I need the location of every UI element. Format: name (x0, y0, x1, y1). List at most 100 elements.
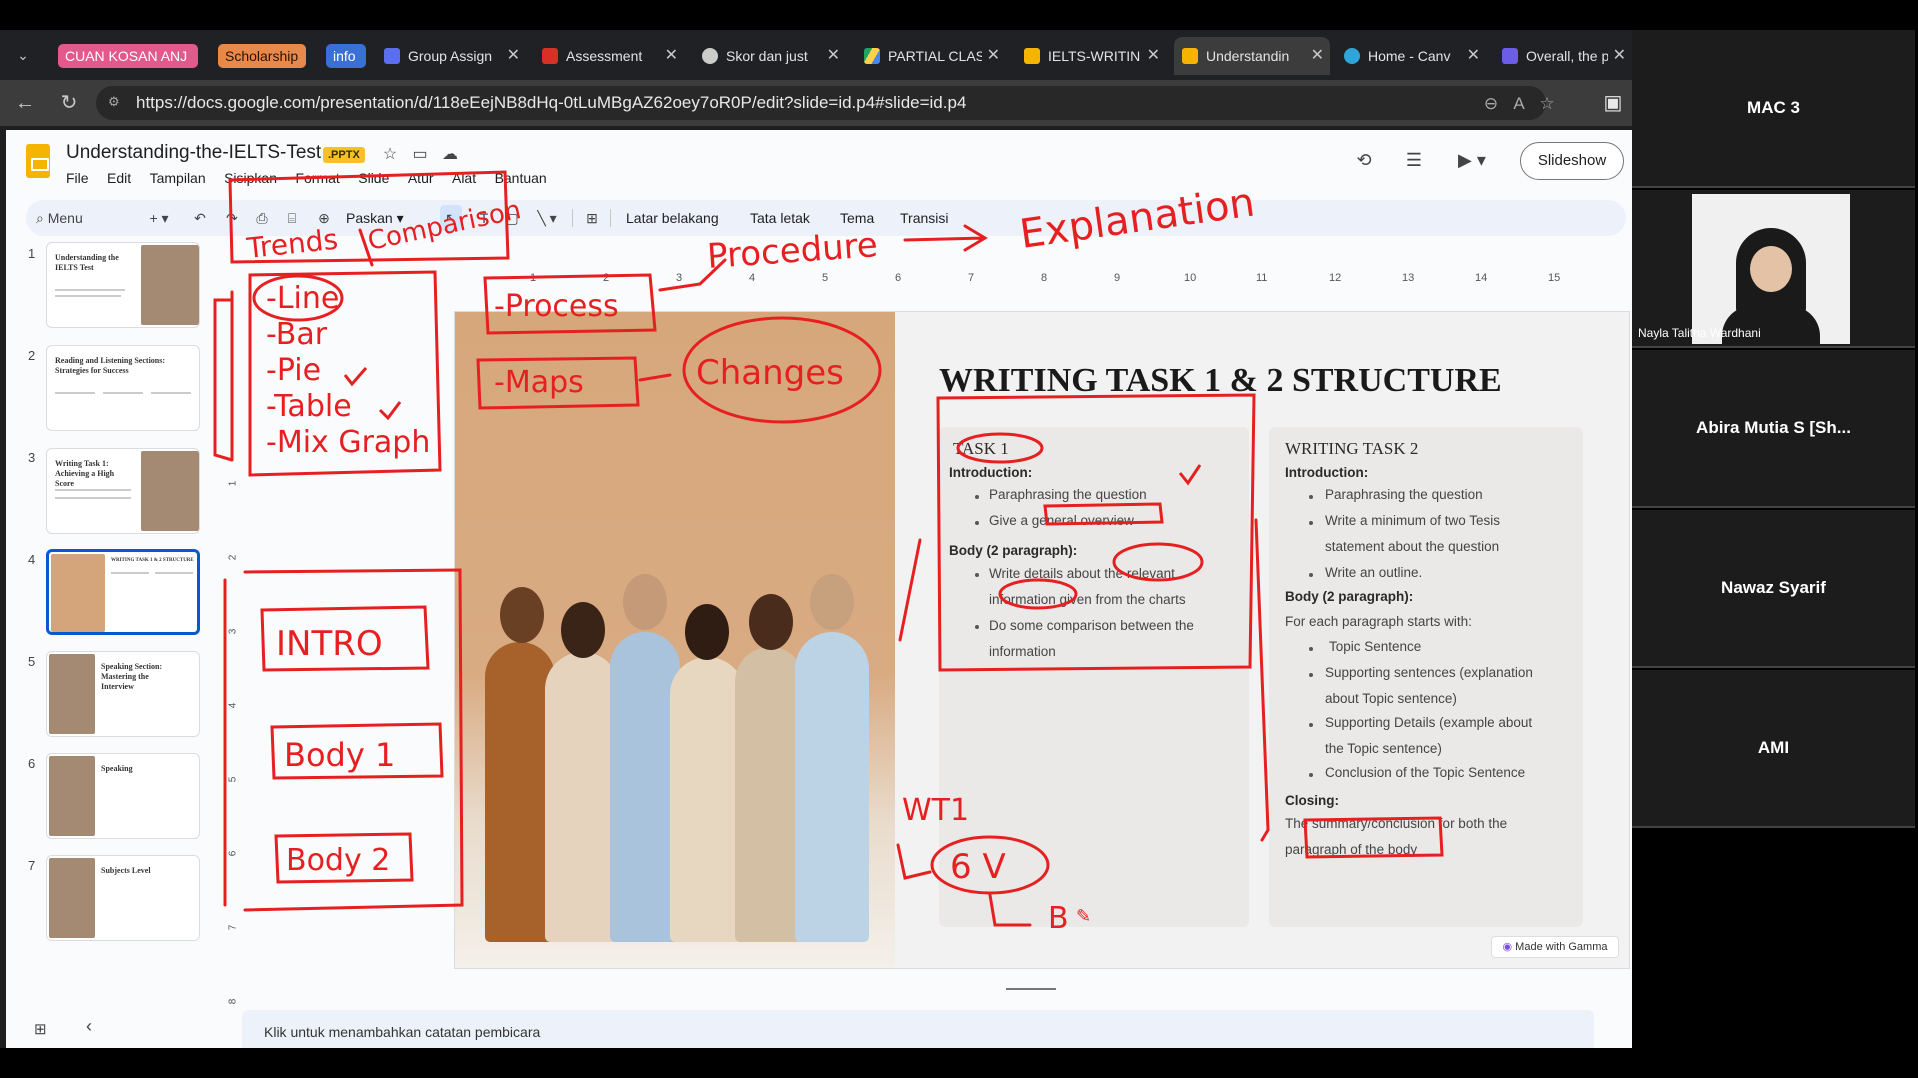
tab-title: Home - Canv (1368, 48, 1451, 64)
slide-canvas[interactable]: WRITING TASK 1 & 2 STRUCTURE TASK 1 Intr… (454, 311, 1630, 969)
ruler-number: 2 (227, 554, 239, 561)
new-slide-icon[interactable]: + ▾ (144, 205, 174, 231)
slide-title[interactable]: WRITING TASK 1 & 2 STRUCTURE (939, 362, 1502, 400)
line-tool-icon[interactable]: ╲ ▾ (532, 205, 562, 231)
task2-card[interactable]: WRITING TASK 2 Introduction: Paraphrasin… (1269, 427, 1583, 927)
menu-tools[interactable]: Alat (452, 170, 476, 186)
zoom-icon[interactable]: ⊕ (314, 205, 334, 231)
tab-title: Skor dan just (726, 48, 808, 64)
reload-icon[interactable]: ↻ (56, 90, 82, 116)
slide-thumbnail-7[interactable]: Subjects Level (46, 855, 200, 941)
close-icon[interactable]: ✕ (1311, 37, 1324, 75)
zoom-icon[interactable]: ⊖ (1480, 93, 1502, 115)
url-input[interactable]: ⚙ https://docs.google.com/presentation/d… (96, 86, 1555, 120)
tab-partial[interactable]: PARTIAL CLAS ✕ (856, 37, 1006, 75)
participant-tile[interactable]: Nawaz Syarif (1632, 510, 1915, 668)
task2-intro-item: Write a minimum of two Tesis statement a… (1325, 513, 1501, 554)
tab-assessment[interactable]: Assessment ✕ (534, 37, 684, 75)
pdf-icon (542, 48, 558, 64)
tab-canva[interactable]: Home - Canv ✕ (1336, 37, 1486, 75)
slides-logo-icon[interactable] (26, 144, 50, 178)
transition-button[interactable]: Transisi (900, 205, 949, 231)
menu-format[interactable]: Format (295, 170, 339, 186)
redo-icon[interactable]: ↷ (222, 205, 242, 231)
task1-heading: TASK 1 (953, 439, 1009, 458)
menu-view[interactable]: Tampilan (150, 170, 206, 186)
star-icon[interactable]: ☆ (380, 144, 400, 164)
close-icon[interactable]: ✕ (665, 37, 678, 75)
move-folder-icon[interactable]: ▭ (410, 144, 430, 164)
document-title[interactable]: Understanding-the-IELTS-Test (66, 142, 321, 164)
read-aloud-icon[interactable]: A (1508, 93, 1530, 115)
background-button[interactable]: Latar belakang (626, 205, 719, 231)
participant-tile[interactable]: AMI (1632, 670, 1915, 828)
menu-edit[interactable]: Edit (107, 170, 131, 186)
close-icon[interactable]: ✕ (1147, 37, 1160, 75)
tab-understanding[interactable]: Understandin ✕ (1174, 37, 1330, 75)
site-info-icon[interactable]: ⚙ (108, 94, 126, 112)
paint-format-icon[interactable]: ⌸ (282, 205, 302, 231)
participant-tile[interactable]: Nayla Talitha Wardhani (1632, 190, 1915, 348)
ruler-number: 13 (1402, 272, 1415, 284)
version-history-icon[interactable]: ⟲ (1352, 150, 1376, 174)
thumbnail-line (55, 289, 125, 291)
theme-button[interactable]: Tema (840, 205, 874, 231)
undo-icon[interactable]: ↶ (190, 205, 210, 231)
close-icon[interactable]: ✕ (987, 37, 1000, 75)
menu-slide[interactable]: Slide (358, 170, 389, 186)
back-icon[interactable]: ← (12, 90, 38, 116)
slide-thumbnail-4[interactable]: WRITING TASK 1 & 2 STRUCTURE (46, 549, 200, 635)
menu-file[interactable]: File (66, 170, 89, 186)
slide-thumbnail-3[interactable]: Writing Task 1: Achieving a High Score (46, 448, 200, 534)
participant-tile[interactable]: Abira Mutia S [Sh... (1632, 350, 1915, 508)
tab-group-scholarship[interactable]: Scholarship (218, 44, 306, 68)
zoom-select[interactable]: Paskan ▾ (346, 205, 404, 231)
speaker-notes-field[interactable]: Klik untuk menambahkan catatan pembicara (242, 1010, 1594, 1048)
close-icon[interactable]: ✕ (827, 37, 840, 75)
task2-intro-item: Paraphrasing the question (1325, 487, 1483, 502)
tab-group-info[interactable]: info (326, 44, 366, 68)
slide-thumbnail-2[interactable]: Reading and Listening Sections: Strategi… (46, 345, 200, 431)
extension-icon[interactable]: ▣ (1600, 90, 1626, 116)
menu-arrange[interactable]: Atur (408, 170, 434, 186)
tab-search-icon[interactable]: ⌄ (10, 42, 36, 68)
star-icon[interactable]: ☆ (1536, 93, 1558, 115)
tab-group-assign[interactable]: Group Assign ✕ (376, 37, 526, 75)
tab-overall[interactable]: Overall, the p ✕ (1494, 37, 1632, 75)
tab-group-cuan[interactable]: CUAN KOSAN ANJ (58, 44, 198, 68)
slide-thumbnail-5[interactable]: Speaking Section: Mastering the Intervie… (46, 651, 200, 737)
slide-photo-group-people[interactable] (455, 312, 895, 968)
grid-view-icon[interactable]: ⊞ (34, 1020, 47, 1038)
close-icon[interactable]: ✕ (507, 37, 520, 75)
participant-face (1750, 246, 1792, 292)
participant-tile[interactable]: MAC 3 (1632, 30, 1915, 188)
slide-thumbnail-6[interactable]: Speaking (46, 753, 200, 839)
comment-add-icon[interactable]: ⊞ (582, 205, 602, 231)
menu-help[interactable]: Bantuan (495, 170, 547, 186)
scrollbar[interactable] (1006, 988, 1056, 990)
ruler-number: 2 (603, 272, 610, 284)
tab-title: Understandin (1206, 48, 1290, 64)
slideshow-button[interactable]: Slideshow (1520, 142, 1624, 180)
cloud-status-icon[interactable]: ☁ (440, 144, 460, 164)
made-with-gamma-badge[interactable]: ◉ Made with Gamma (1491, 936, 1619, 958)
toolbar-divider (610, 209, 611, 227)
collapse-filmstrip-icon[interactable]: ‹ (86, 1016, 92, 1037)
task2-body-item: Conclusion of the Topic Sentence (1325, 765, 1526, 780)
slide-thumbnail-1[interactable]: Understanding the IELTS Test (46, 242, 200, 328)
menu-search[interactable]: ⌕ Menu (36, 204, 83, 232)
layout-button[interactable]: Tata letak (750, 205, 810, 231)
text-box-icon[interactable]: T (474, 205, 494, 231)
close-icon[interactable]: ✕ (1613, 37, 1626, 75)
close-icon[interactable]: ✕ (1467, 37, 1480, 75)
tab-ielts-writing[interactable]: IELTS-WRITIN ✕ (1016, 37, 1166, 75)
image-icon[interactable]: ▢ (502, 205, 522, 231)
select-tool-icon[interactable]: ↖ (440, 205, 462, 231)
print-icon[interactable]: ⎙ (252, 205, 272, 231)
task1-card[interactable]: TASK 1 Introduction: Paraphrasing the qu… (939, 427, 1249, 927)
menu-insert[interactable]: Sisipkan (224, 170, 277, 186)
comments-icon[interactable]: ☰ (1402, 150, 1426, 174)
bullet (1309, 673, 1313, 677)
tab-skor[interactable]: Skor dan just ✕ (694, 37, 846, 75)
camera-icon[interactable]: ▶ ▾ (1452, 150, 1492, 174)
